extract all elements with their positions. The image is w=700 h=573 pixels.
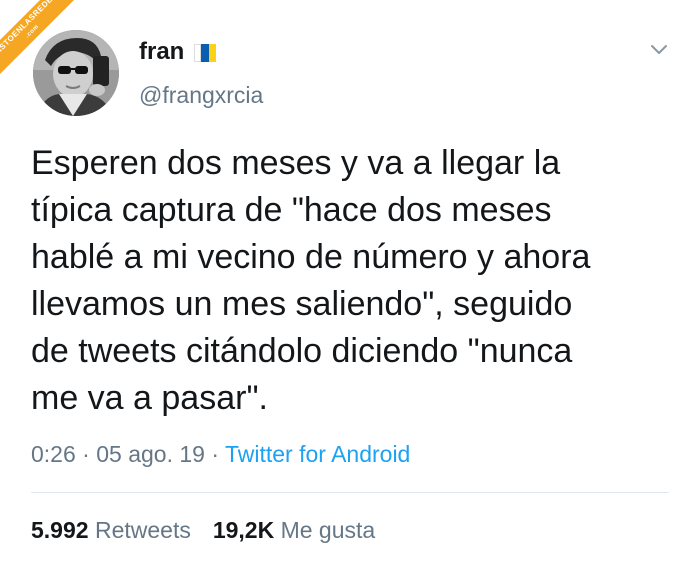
display-name-text[interactable]: fran xyxy=(139,38,184,66)
user-handle[interactable]: @frangxrcia xyxy=(139,82,263,109)
tweet-date[interactable]: 05 ago. 19 xyxy=(96,441,205,467)
retweets-count: 5.992 xyxy=(31,517,89,543)
canary-islands-flag-icon xyxy=(194,44,217,62)
likes-count: 19,2K xyxy=(212,517,275,543)
meta-separator: · xyxy=(211,441,219,467)
chevron-down-icon[interactable] xyxy=(650,44,668,56)
divider xyxy=(31,492,669,493)
retweets-stat[interactable]: 5.992 Retweets xyxy=(31,517,191,543)
avatar[interactable] xyxy=(33,30,119,116)
tweet-stats: 5.992 Retweets 19,2K Me gusta xyxy=(31,517,375,544)
retweets-label: Retweets xyxy=(94,517,191,543)
meta-separator: · xyxy=(82,441,90,467)
likes-stat[interactable]: 19,2K Me gusta xyxy=(213,517,375,543)
tweet-text: Esperen dos meses y va a llegar la típic… xyxy=(31,144,591,417)
display-name[interactable]: fran xyxy=(139,38,217,66)
avatar-image xyxy=(33,30,119,116)
tweet-time[interactable]: 0:26 xyxy=(31,441,76,467)
tweet-source-link[interactable]: Twitter for Android xyxy=(225,441,410,467)
tweet-meta: 0:26 · 05 ago. 19 · Twitter for Android xyxy=(31,441,410,468)
likes-label: Me gusta xyxy=(280,517,376,543)
